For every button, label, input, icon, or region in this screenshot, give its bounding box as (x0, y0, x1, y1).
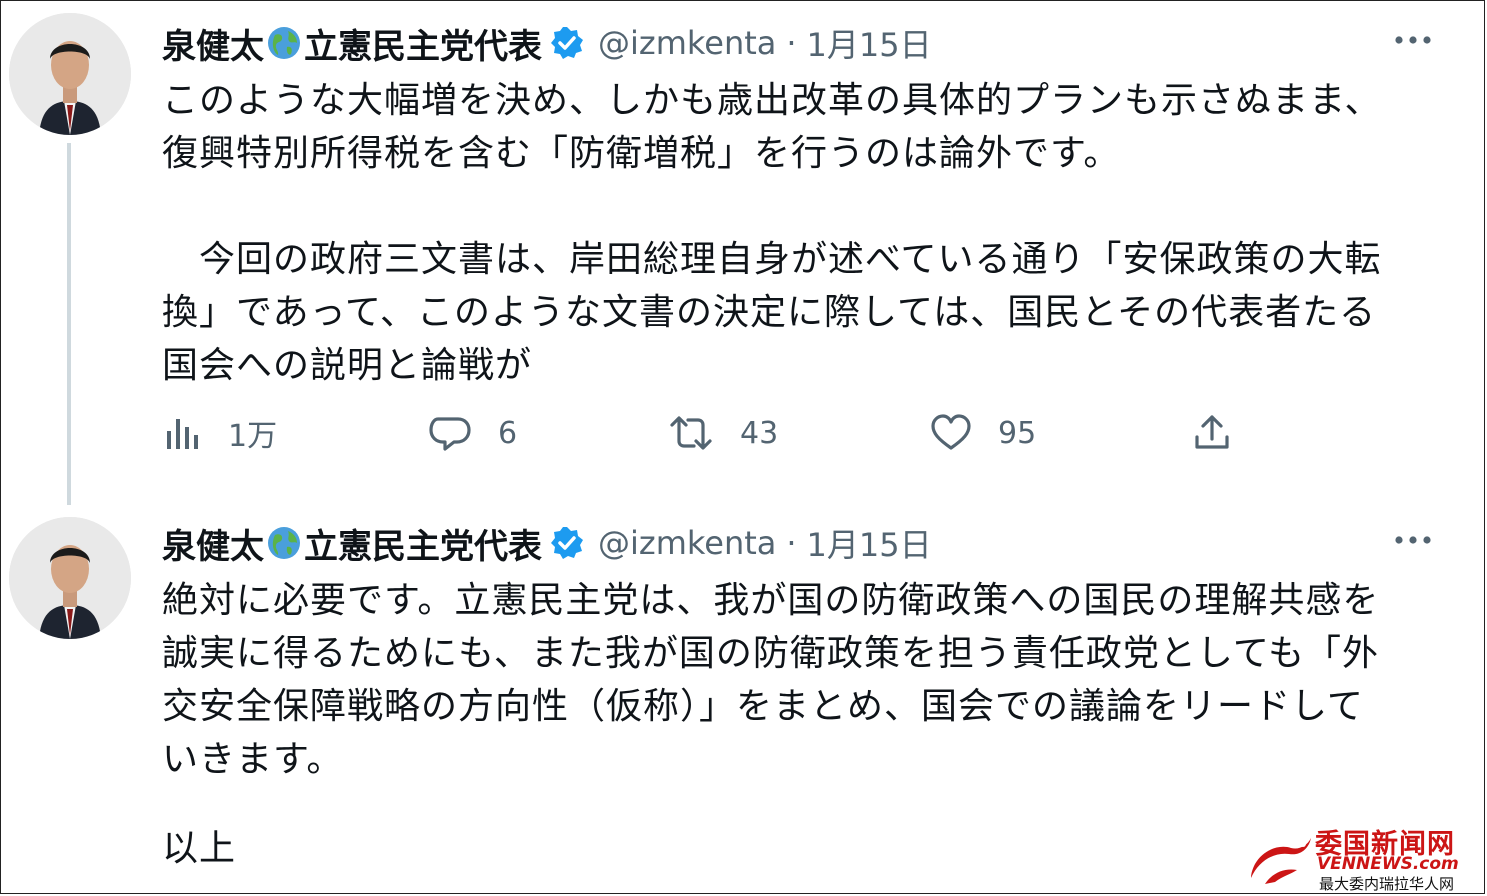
views-chart-icon (167, 419, 198, 449)
tweet-text: 絶対に必要です。立憲民主党は、我が国の防衛政策への国民の理解共感を 誠実に得るた… (162, 574, 1432, 875)
tweet-date[interactable]: 1月15日 (807, 20, 932, 66)
more-options-icon[interactable] (1391, 22, 1435, 58)
tweet-paragraph: 以上 (162, 828, 237, 869)
share-button[interactable] (1192, 408, 1232, 458)
like-button[interactable]: 95 (930, 408, 1036, 458)
reply-bubble-icon (429, 417, 471, 451)
retweet-icon (670, 416, 712, 450)
display-name-suffix[interactable]: 立憲民主党代表 (304, 519, 542, 568)
retweet-count: 43 (740, 415, 779, 451)
tweet-text: このような大幅増を決め、しかも歳出改革の具体的プランも示さぬまま、 復興特別所得… (162, 74, 1432, 392)
tweet-header: 泉健太 立憲民主党代表 @izmkenta · 1月15日 (162, 518, 932, 568)
verified-badge-icon (550, 26, 584, 60)
reply-count: 6 (498, 415, 518, 451)
site-watermark: 委国新闻网 VENNEWS.com 最大委内瑞拉华人网 (1245, 822, 1481, 893)
separator-dot: · (786, 24, 797, 62)
dragon-logo-icon (1251, 838, 1311, 884)
separator-dot: · (786, 524, 797, 562)
tweet-header: 泉健太 立憲民主党代表 @izmkenta · 1月15日 (162, 18, 932, 68)
avatar-portrait-icon (9, 517, 131, 639)
tweet-paragraph: 絶対に必要です。立憲民主党は、我が国の防衛政策への国民の理解共感を 誠実に得るた… (162, 580, 1380, 780)
display-name[interactable]: 泉健太 (162, 19, 264, 68)
retweet-button[interactable]: 43 (668, 408, 778, 458)
reply-button[interactable]: 6 (428, 408, 517, 458)
watermark-subtitle: 最大委内瑞拉华人网 (1319, 875, 1455, 893)
user-handle[interactable]: @izmkenta (598, 524, 776, 562)
avatar[interactable] (9, 13, 131, 135)
user-handle[interactable]: @izmkenta (598, 24, 776, 62)
tweet-paragraph: このような大幅増を決め、しかも歳出改革の具体的プランも示さぬまま、 復興特別所得… (162, 80, 1382, 174)
verified-badge-icon (550, 526, 584, 560)
tweet-date[interactable]: 1月15日 (807, 520, 932, 566)
heart-icon (931, 414, 971, 450)
watermark-site: VENNEWS.com (1317, 854, 1459, 874)
views-button[interactable]: 1万 (162, 408, 277, 458)
more-options-icon[interactable] (1391, 522, 1435, 558)
thread-connector-line (67, 143, 71, 505)
globe-americas-icon (266, 525, 302, 561)
avatar[interactable] (9, 517, 131, 639)
avatar-portrait-icon (9, 13, 131, 135)
like-count: 95 (998, 415, 1037, 451)
display-name[interactable]: 泉健太 (162, 519, 264, 568)
globe-americas-icon (266, 25, 302, 61)
display-name-suffix[interactable]: 立憲民主党代表 (304, 19, 542, 68)
views-count: 1万 (228, 419, 278, 454)
tweet-paragraph: 今回の政府三文書は、岸田総理自身が述べている通り「安保政策の大転 換」であって、… (162, 239, 1382, 386)
tweet-actions: 1万 6 43 95 (162, 408, 1262, 458)
share-upload-icon (1195, 415, 1229, 449)
